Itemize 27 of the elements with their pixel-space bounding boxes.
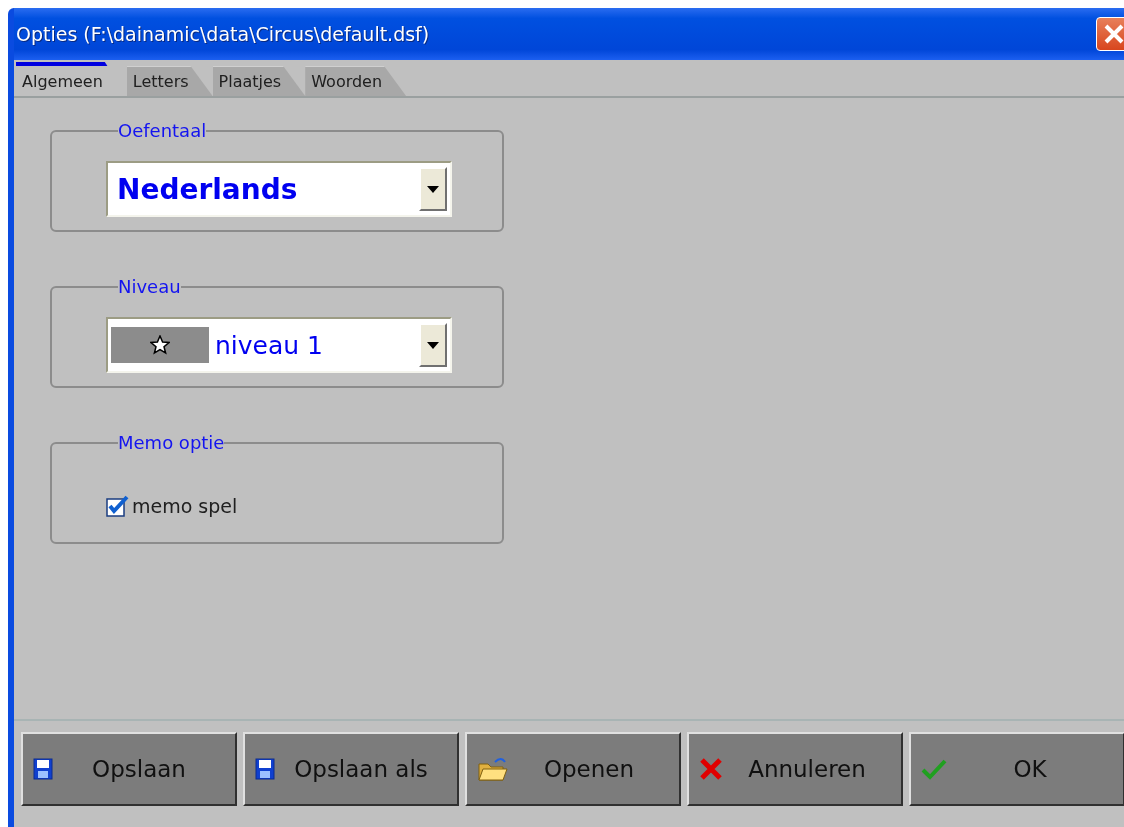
caret-icon (427, 185, 439, 193)
dropdown-arrow-button[interactable] (419, 167, 447, 211)
group-legend: Niveau (118, 276, 181, 297)
star-icon (150, 335, 170, 355)
checkbox[interactable] (106, 495, 128, 517)
cancel-button[interactable]: Annuleren (687, 732, 903, 806)
tab[interactable]: Plaatjes (212, 66, 306, 96)
ok-button[interactable]: OK (909, 732, 1124, 806)
group-legend: Memo optie (118, 432, 225, 453)
floppy-icon (255, 758, 275, 780)
save-button[interactable]: Opslaan (21, 732, 237, 806)
close-button[interactable] (1096, 17, 1124, 51)
caret-icon (427, 341, 439, 349)
open-button[interactable]: Openen (465, 732, 681, 806)
save-button[interactable]: Opslaan als (243, 732, 459, 806)
checkbox-label: memo spel (132, 495, 238, 517)
floppy-icon (33, 758, 53, 780)
tab[interactable]: Woorden (305, 66, 407, 96)
dropdown-arrow-button[interactable] (419, 323, 447, 367)
cross-icon (699, 758, 723, 780)
tab[interactable]: Letters (126, 66, 213, 96)
dropdown-field[interactable]: Nederlands (106, 161, 452, 217)
checkmark-icon (921, 758, 947, 780)
folder-icon (477, 756, 509, 782)
dropdown-field[interactable]: niveau 1 (106, 317, 452, 373)
group-legend: Oefentaal (118, 120, 207, 141)
window-title: Opties (F:\dainamic\data\Circus\default.dsf) (16, 23, 430, 45)
